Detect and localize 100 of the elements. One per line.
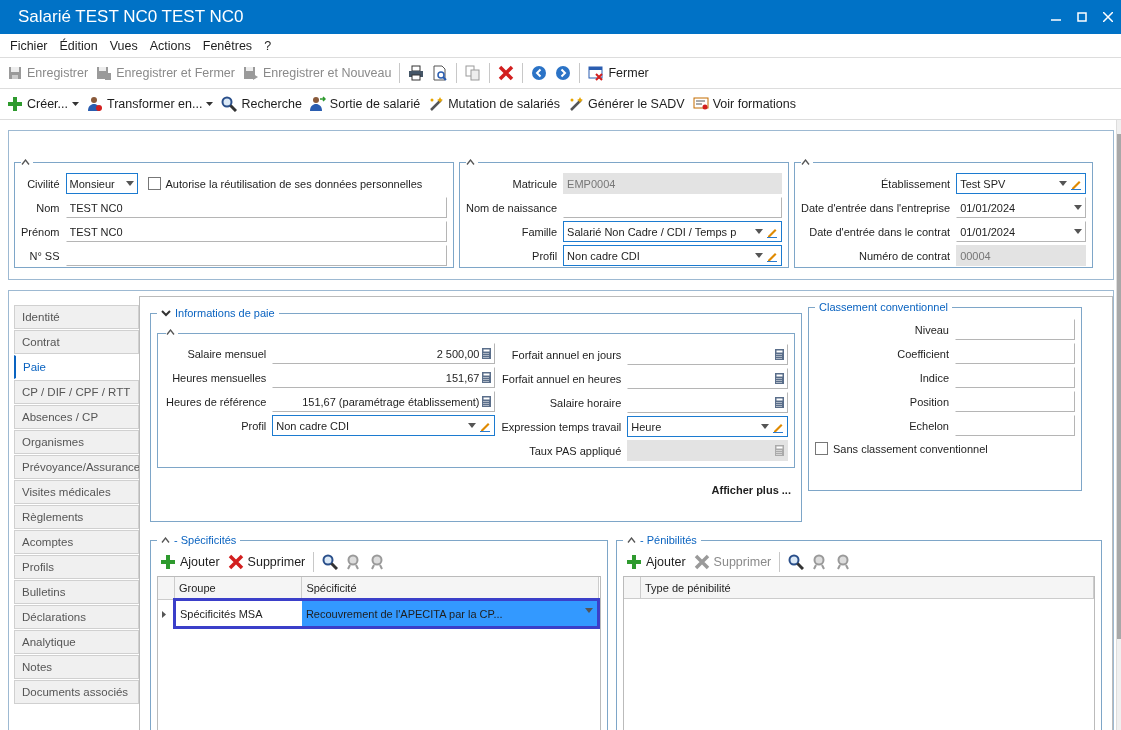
caret-icon[interactable]	[125, 181, 134, 186]
collapse-icon[interactable]	[161, 537, 170, 543]
checkbox[interactable]	[147, 177, 161, 190]
number-field[interactable]	[627, 368, 788, 389]
side-tab[interactable]: Organismes	[14, 430, 139, 454]
side-tab[interactable]: Contrat	[14, 330, 139, 354]
text-field[interactable]	[955, 415, 1075, 436]
number-field[interactable]	[627, 392, 788, 413]
column-header[interactable]: Groupe	[174, 577, 302, 600]
dropdown-field[interactable]: Heure	[627, 416, 788, 437]
number-field[interactable]: 2 500,00	[272, 343, 496, 364]
toolbar-button[interactable]: Transformer en...	[84, 94, 217, 114]
date-field[interactable]: 01/01/2024	[956, 197, 1086, 218]
side-tab[interactable]: CP / DIF / CPF / RTT	[14, 380, 139, 404]
caret-icon[interactable]	[1059, 181, 1067, 186]
toolbar-button[interactable]: Ajouter	[157, 552, 223, 572]
text-field[interactable]: TEST NC0	[65, 197, 447, 218]
side-tab[interactable]: Déclarations	[14, 605, 139, 629]
chevron-down-icon[interactable]	[161, 307, 171, 319]
caret-icon[interactable]	[1074, 229, 1082, 234]
group-title: - Spécificités	[174, 534, 237, 546]
side-tab[interactable]: Acomptes	[14, 530, 139, 554]
toolbar-button[interactable]: Ajouter	[623, 552, 689, 572]
menu-item[interactable]: Vues	[103, 38, 144, 53]
caret-icon[interactable]	[755, 229, 763, 234]
text-field[interactable]	[955, 343, 1075, 364]
side-tab[interactable]: Absences / CP	[14, 405, 139, 429]
number-field[interactable]: 151,67 (paramétrage établissement)	[272, 391, 496, 412]
field-label: Expression temps travail	[501, 420, 622, 433]
field-label: Numéro de contrat	[858, 249, 951, 262]
menu-item[interactable]: Édition	[53, 38, 104, 53]
row-pointer-icon	[162, 610, 166, 618]
readonly-field[interactable]: EMP0004	[563, 173, 782, 194]
certificate-icon	[692, 96, 709, 112]
collapse-icon[interactable]	[466, 159, 475, 165]
menu-item[interactable]: Fichier	[4, 38, 54, 53]
dropdown-field[interactable]: Salarié Non Cadre / CDI / Temps p	[563, 221, 782, 242]
toolbar-button[interactable]: Générer le SADV	[565, 94, 688, 114]
menu-item[interactable]: ?	[258, 38, 278, 53]
field-label: Forfait annuel en jours	[510, 348, 622, 361]
column-header[interactable]: Spécificité	[301, 577, 599, 600]
text-field[interactable]	[955, 391, 1075, 412]
collapse-icon[interactable]	[801, 159, 810, 165]
preview-icon	[432, 65, 449, 81]
caret-icon[interactable]	[755, 253, 763, 258]
toolbar-button[interactable]: Créer...	[4, 94, 82, 114]
dropdown-field[interactable]: Test SPV	[956, 173, 1086, 194]
calculator-icon[interactable]	[775, 349, 784, 360]
calculator-icon[interactable]	[775, 373, 784, 384]
menu-item[interactable]: Actions	[143, 38, 197, 53]
side-tab[interactable]: Documents associés	[14, 680, 139, 704]
plus-icon	[7, 96, 23, 112]
field-label: Établissement	[880, 177, 951, 190]
date-field[interactable]: 01/01/2024	[956, 221, 1086, 242]
side-tab[interactable]: Bulletins	[14, 580, 139, 604]
calculator-icon[interactable]	[482, 348, 492, 359]
dropdown-field[interactable]: Non cadre CDI	[563, 245, 782, 266]
caret-icon[interactable]	[761, 424, 769, 429]
toolbar-button[interactable]: Mutation de salariés	[425, 94, 564, 114]
field-label: Indice	[918, 371, 949, 384]
checkbox[interactable]	[815, 442, 828, 455]
toolbar-button[interactable]: Supprimer	[224, 552, 309, 572]
caret-icon[interactable]	[468, 423, 477, 428]
side-tab[interactable]: Règlements	[14, 505, 139, 529]
dropdown-field[interactable]: Non cadre CDI	[272, 415, 496, 436]
number-field[interactable]: 151,67	[272, 367, 496, 388]
calculator-icon[interactable]	[775, 397, 784, 408]
show-more-link[interactable]: Afficher plus ...	[711, 484, 791, 496]
menu-item[interactable]: Fenêtres	[196, 38, 259, 53]
side-tab[interactable]: Prévoyance/Assurance	[14, 455, 139, 479]
dropdown-field[interactable]: Monsieur	[65, 173, 138, 194]
side-tab[interactable]: Profils	[14, 555, 139, 579]
checkbox-label: Autorise la réutilisation de ses données personnelles	[165, 177, 423, 190]
column-header[interactable]: Type de pénibilité	[640, 577, 1094, 599]
side-tab[interactable]: Visites médicales	[14, 480, 139, 504]
readonly-field[interactable]	[627, 440, 788, 461]
text-field[interactable]	[65, 245, 447, 266]
readonly-field[interactable]: 00004	[956, 245, 1086, 266]
collapse-icon[interactable]	[166, 329, 175, 335]
toolbar-button[interactable]: Voir formations	[689, 94, 799, 114]
calculator-icon[interactable]	[482, 372, 492, 383]
toolbar-button[interactable]: Sortie de salarié	[306, 94, 424, 114]
print-icon	[408, 65, 425, 81]
caret-icon[interactable]	[1074, 205, 1082, 210]
side-tab[interactable]: Notes	[14, 655, 139, 679]
side-tab[interactable]: Identité	[14, 305, 139, 329]
text-field[interactable]	[955, 367, 1075, 388]
window-title: Salarié TEST NC0 TEST NC0	[17, 7, 245, 27]
toolbar-button[interactable]: Fermer	[585, 63, 652, 83]
text-field[interactable]	[563, 197, 782, 218]
field-label: Date d'entrée dans l'entreprise	[801, 201, 951, 214]
text-field[interactable]: TEST NC0	[65, 221, 447, 242]
toolbar-button[interactable]: Recherche	[218, 94, 305, 114]
field-label: N° SS	[28, 249, 60, 262]
field-label: Position	[908, 395, 949, 408]
calculator-icon[interactable]	[482, 396, 492, 407]
back-icon	[531, 65, 548, 81]
collapse-icon[interactable]	[627, 537, 636, 543]
collapse-icon[interactable]	[21, 159, 30, 165]
side-tab[interactable]: Analytique	[14, 630, 139, 654]
